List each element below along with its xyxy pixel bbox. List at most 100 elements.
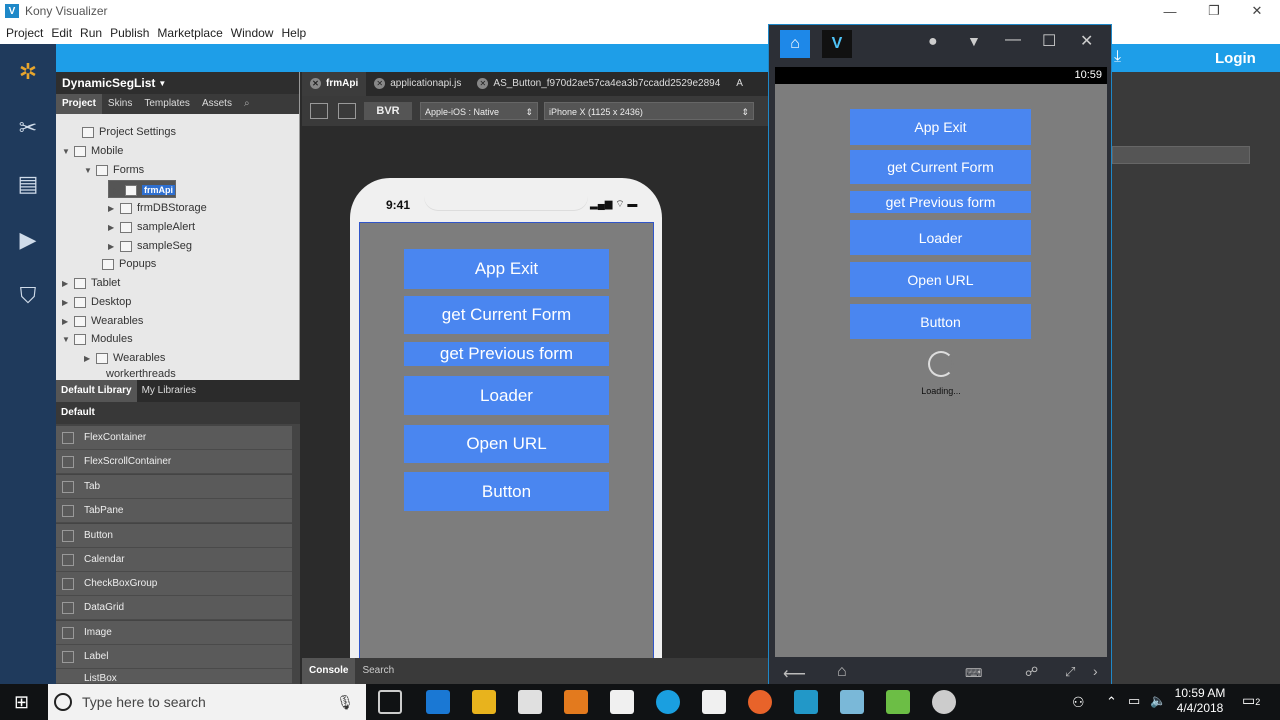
tab-frmapi[interactable]: ✕ frmApi bbox=[302, 72, 367, 96]
microphone-icon[interactable]: 🎙 bbox=[336, 694, 354, 711]
home-icon[interactable]: ⌂ bbox=[780, 30, 810, 58]
tree-item[interactable]: ▶ sampleSeg bbox=[108, 237, 192, 255]
tab-as-button[interactable]: ✕ AS_Button_f970d2ae57ca4ea3b7ccadd2529e2… bbox=[469, 72, 728, 96]
chevron-up-icon[interactable]: ⌃ bbox=[1106, 694, 1117, 710]
gesture-icon[interactable]: ☍ bbox=[1025, 664, 1038, 680]
tree-item[interactable]: ▼ Forms bbox=[84, 161, 144, 179]
preview-mode-icon[interactable] bbox=[338, 103, 356, 119]
back-icon[interactable]: ⟵ bbox=[783, 664, 806, 684]
menu-help[interactable]: Help bbox=[277, 26, 310, 40]
tools-icon[interactable]: ✂ bbox=[12, 112, 44, 144]
volume-icon[interactable]: 🔈 bbox=[1150, 693, 1166, 709]
download-icon[interactable]: ⤓ bbox=[1114, 48, 1134, 68]
search-icon[interactable]: ⌕ bbox=[238, 94, 256, 114]
tab-templates[interactable]: Templates bbox=[138, 94, 196, 114]
dropdown-icon[interactable]: ▼ bbox=[967, 33, 981, 49]
library-item[interactable]: Tab bbox=[56, 475, 292, 499]
preview-icon[interactable]: ▶ bbox=[12, 224, 44, 256]
menu-window[interactable]: Window bbox=[227, 26, 278, 40]
expand-icon[interactable]: ⤢ bbox=[1065, 664, 1075, 680]
login-button[interactable]: Login bbox=[1215, 50, 1256, 67]
tree-item[interactable]: ▶ Desktop bbox=[62, 293, 131, 311]
app-exit-button[interactable]: App Exit bbox=[404, 249, 609, 289]
open-url-button[interactable]: Open URL bbox=[850, 262, 1031, 297]
tree-item[interactable]: ▶ Tablet bbox=[62, 274, 120, 292]
tab-more[interactable]: A bbox=[728, 72, 751, 96]
skype-icon[interactable] bbox=[656, 690, 680, 714]
minimize-icon[interactable]: — bbox=[1150, 0, 1190, 22]
loader-button[interactable]: Loader bbox=[850, 220, 1031, 255]
tree-item[interactable]: ▶ frmDBStorage bbox=[108, 199, 207, 217]
tree-item[interactable]: ▼ Modules bbox=[62, 330, 133, 348]
document-icon[interactable]: ▤ bbox=[12, 168, 44, 200]
tree-item[interactable]: Popups bbox=[102, 255, 156, 273]
library-item[interactable]: Label bbox=[56, 645, 292, 669]
library-item[interactable]: Calendar bbox=[56, 548, 292, 572]
get-current-form-button[interactable]: get Current Form bbox=[850, 150, 1031, 184]
tree-item[interactable]: ▼ Mobile bbox=[62, 142, 123, 160]
tab-my-libraries[interactable]: My Libraries bbox=[137, 380, 201, 402]
pinwheel-icon[interactable]: ✲ bbox=[12, 56, 44, 88]
keyboard-icon[interactable]: ⌨ bbox=[965, 666, 982, 680]
tree-item[interactable]: workerthreads bbox=[106, 365, 176, 377]
bluestacks-icon[interactable] bbox=[886, 690, 910, 714]
task-view-icon[interactable] bbox=[378, 690, 402, 714]
media-icon[interactable] bbox=[564, 690, 588, 714]
property-field[interactable] bbox=[1112, 146, 1250, 164]
tab-default-library[interactable]: Default Library bbox=[56, 380, 137, 402]
notification-icon[interactable]: ▭2 bbox=[1242, 692, 1260, 709]
app-icon[interactable] bbox=[840, 690, 864, 714]
tree-item-selected[interactable]: ▶ frmApi bbox=[108, 180, 176, 198]
file-explorer-icon[interactable] bbox=[472, 690, 496, 714]
library-item[interactable]: Button bbox=[56, 524, 292, 548]
project-name-header[interactable]: DynamicSegList ▼ bbox=[56, 72, 299, 94]
account-icon[interactable]: ● bbox=[928, 33, 938, 51]
network-icon[interactable]: ▭ bbox=[1128, 693, 1140, 709]
menu-run[interactable]: Run bbox=[76, 26, 106, 40]
windows-start-icon[interactable]: ⊞ bbox=[14, 692, 29, 713]
generic-button[interactable]: Button bbox=[404, 472, 609, 511]
get-previous-form-button[interactable]: get Previous form bbox=[404, 342, 609, 366]
kony-visualizer-taskbar-icon[interactable] bbox=[794, 690, 818, 714]
app-exit-button[interactable]: App Exit bbox=[850, 109, 1031, 145]
minimize-icon[interactable]: — bbox=[1005, 31, 1021, 49]
chevron-right-icon[interactable]: › bbox=[1093, 663, 1098, 679]
loader-button[interactable]: Loader bbox=[404, 376, 609, 415]
library-item[interactable]: ListBox bbox=[56, 669, 292, 684]
firefox-icon[interactable] bbox=[748, 690, 772, 714]
library-item[interactable]: TabPane bbox=[56, 499, 292, 523]
bvr-button[interactable]: BVR bbox=[364, 102, 412, 120]
clock[interactable]: 10:59 AM 4/4/2018 bbox=[1168, 686, 1232, 716]
tab-search[interactable]: Search bbox=[355, 658, 401, 684]
library-item[interactable]: FlexContainer bbox=[56, 426, 292, 450]
open-url-button[interactable]: Open URL bbox=[404, 425, 609, 463]
library-item[interactable]: Image bbox=[56, 621, 292, 645]
marketplace-icon[interactable]: ⛉ bbox=[12, 280, 44, 312]
tree-item[interactable]: ▶ sampleAlert bbox=[108, 218, 195, 236]
store-icon[interactable] bbox=[518, 690, 542, 714]
platform-select[interactable]: Apple-iOS : Native ⇕ bbox=[420, 102, 538, 120]
mail-icon[interactable] bbox=[610, 690, 634, 714]
tab-console[interactable]: Console bbox=[302, 658, 356, 684]
generic-button[interactable]: Button bbox=[850, 304, 1031, 339]
chevron-down-icon[interactable]: ▼ bbox=[158, 79, 166, 88]
library-item[interactable]: CheckBoxGroup bbox=[56, 572, 292, 596]
menu-project[interactable]: Project bbox=[2, 26, 47, 40]
menu-marketplace[interactable]: Marketplace bbox=[153, 26, 226, 40]
layout-icon[interactable] bbox=[310, 103, 328, 119]
tree-item[interactable]: ▶ Wearables bbox=[62, 312, 143, 330]
people-icon[interactable]: ⚇ bbox=[1072, 694, 1085, 711]
tab-skins[interactable]: Skins bbox=[102, 94, 138, 114]
menu-edit[interactable]: Edit bbox=[47, 26, 76, 40]
menu-publish[interactable]: Publish bbox=[106, 26, 153, 40]
tree-item[interactable]: Project Settings bbox=[82, 123, 176, 141]
notes-icon[interactable] bbox=[702, 690, 726, 714]
close-icon[interactable]: ✕ bbox=[1080, 31, 1093, 51]
close-icon[interactable]: ✕ bbox=[1237, 0, 1277, 22]
home-nav-icon[interactable]: ⌂ bbox=[837, 663, 847, 681]
maximize-icon[interactable]: ☐ bbox=[1042, 31, 1056, 51]
tab-project[interactable]: Project bbox=[56, 94, 102, 114]
taskbar-search[interactable]: Type here to search 🎙 bbox=[48, 684, 366, 720]
tab-applicationapi[interactable]: ✕ applicationapi.js bbox=[366, 72, 469, 96]
library-item[interactable]: FlexScrollContainer bbox=[56, 450, 292, 474]
